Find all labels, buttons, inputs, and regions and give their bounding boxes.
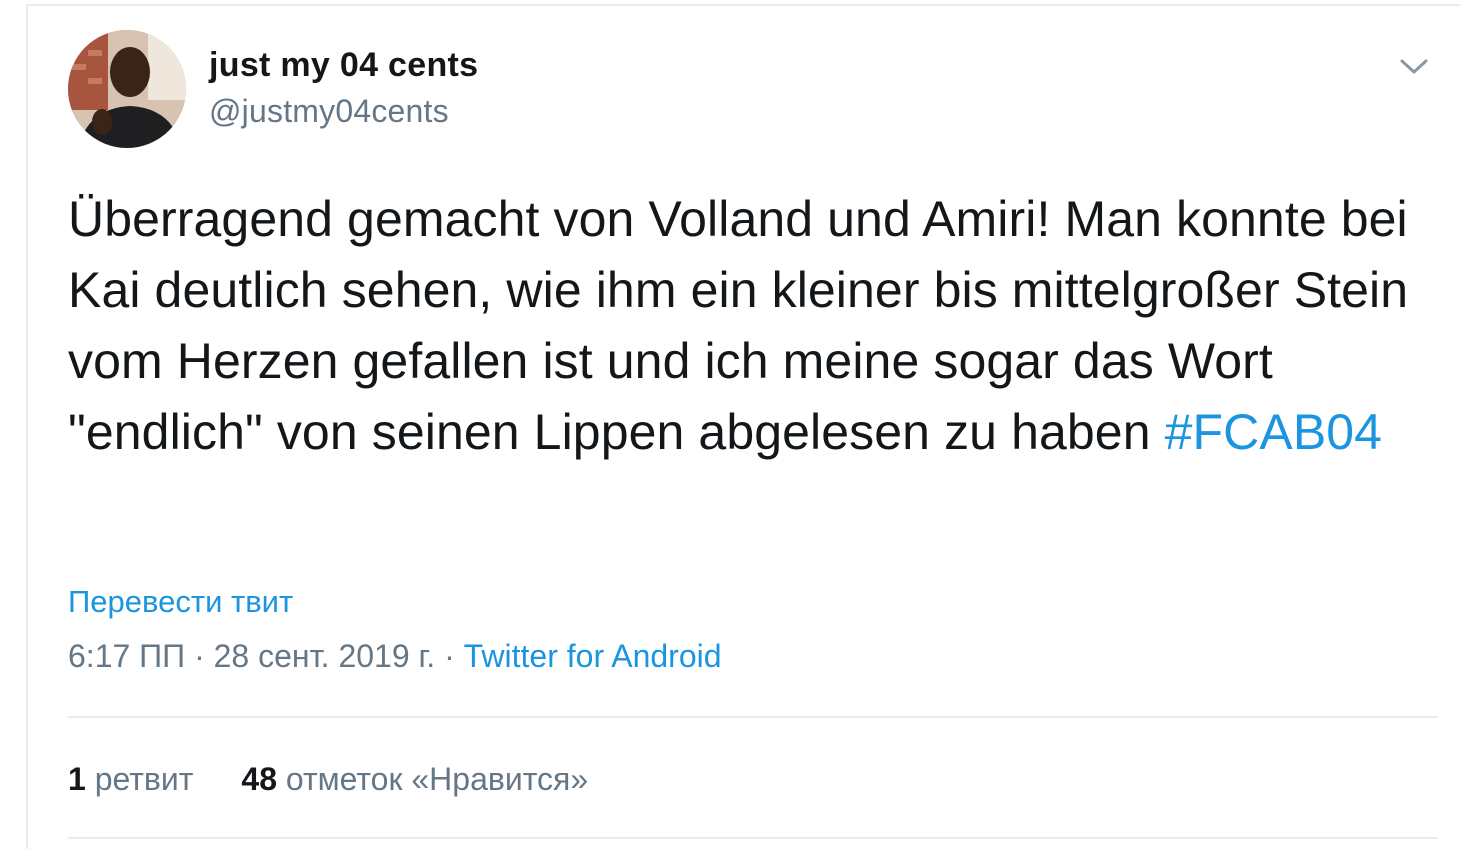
tweet-metadata: 6:17 ПП · 28 сент. 2019 г. · Twitter for… [68,638,722,675]
tweet-stats: 1 ретвит 48 отметок «Нравится» [68,761,588,798]
stats-bottom-divider [68,837,1438,839]
likes-label: отметок «Нравится» [285,761,589,797]
tweet-time[interactable]: 6:17 ПП [68,638,185,674]
tweet-menu-button[interactable] [1396,52,1432,80]
meta-separator: · [444,638,455,674]
avatar[interactable] [68,30,186,148]
chevron-down-icon [1400,59,1428,74]
likes-count: 48 [241,761,277,797]
tweet-card: just my 04 cents @justmy04cents Überrage… [26,4,1460,849]
likes-stat[interactable]: 48 отметок «Нравится» [241,761,588,797]
tweet-source-link[interactable]: Twitter for Android [464,638,722,674]
avatar-image [68,30,186,148]
user-handle[interactable]: @justmy04cents [209,93,449,130]
translate-tweet-link[interactable]: Перевести твит [68,584,293,620]
user-display-name[interactable]: just my 04 cents [209,46,478,85]
hashtag-link[interactable]: #FCAB04 [1165,404,1382,460]
meta-separator: · [194,638,205,674]
stats-top-divider [68,716,1438,718]
tweet-text: Überragend gemacht von Volland und Amiri… [68,184,1438,468]
retweets-count: 1 [68,761,86,797]
retweets-label: ретвит [94,761,194,797]
tweet-date[interactable]: 28 сент. 2019 г. [214,638,436,674]
retweets-stat[interactable]: 1 ретвит [68,761,193,797]
